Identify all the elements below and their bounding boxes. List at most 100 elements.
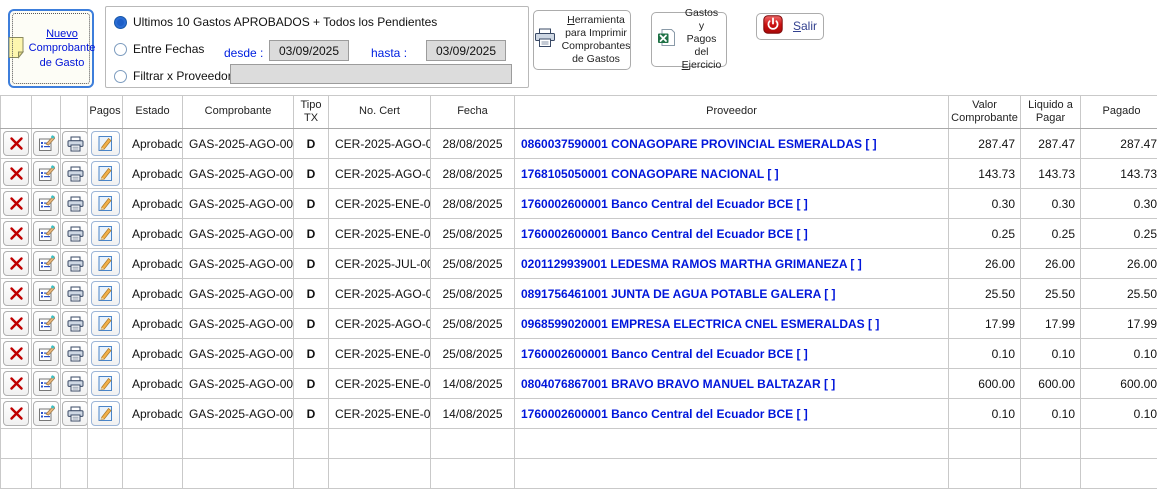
cell-fecha: 28/08/2025 (431, 189, 515, 219)
print-row-button[interactable] (62, 341, 88, 366)
cell-delete-row-button (1, 159, 32, 189)
delete-row-button[interactable] (3, 251, 29, 276)
delete-row-button[interactable] (3, 191, 29, 216)
radio-filter-proveedor[interactable]: Filtrar x Proveedor (114, 69, 232, 83)
pagos-edit-button[interactable] (91, 401, 120, 426)
empty-cell (431, 459, 515, 489)
row-properties-button[interactable] (33, 341, 59, 366)
print-row-button[interactable] (62, 221, 88, 246)
expenses-payments-report-button[interactable]: Gastos y Pagos del Ejercicio (651, 12, 727, 67)
delete-row-button[interactable] (3, 221, 29, 246)
col-print (61, 96, 88, 129)
new-expense-label: Nuevo Comprobante de Gasto (29, 27, 96, 70)
radio-last10[interactable]: Ultimos 10 Gastos APROBADOS + Todos los … (114, 15, 437, 29)
cell-tipo-tx: D (294, 279, 329, 309)
proveedor-filter-input[interactable] (230, 64, 512, 84)
print-row-button[interactable] (62, 161, 88, 186)
print-row-button[interactable] (62, 401, 88, 426)
desde-date-field[interactable]: 03/09/2025 (269, 40, 349, 61)
proveedor-link[interactable]: 1760002600001 Banco Central del Ecuador … (515, 219, 949, 249)
pagos-edit-button[interactable] (91, 221, 120, 246)
delete-icon (9, 346, 24, 361)
cell-print-row-button (61, 159, 88, 189)
radio-unselected-icon[interactable] (114, 70, 127, 83)
proveedor-link[interactable]: 0201129939001 LEDESMA RAMOS MARTHA GRIMA… (515, 249, 949, 279)
cell-valor: 287.47 (949, 129, 1021, 159)
row-properties-button[interactable] (33, 251, 59, 276)
print-row-button[interactable] (62, 131, 88, 156)
cell-fecha: 14/08/2025 (431, 369, 515, 399)
delete-row-button[interactable] (3, 311, 29, 336)
cell-no-cert: CER-2025-ENE-0004 (329, 369, 431, 399)
print-row-button[interactable] (62, 191, 88, 216)
new-expense-button[interactable]: Nuevo Comprobante de Gasto (8, 9, 94, 88)
radio-between-dates[interactable]: Entre Fechas (114, 42, 204, 56)
delete-row-button[interactable] (3, 341, 29, 366)
delete-icon (9, 166, 24, 181)
pagos-edit-button[interactable] (91, 251, 120, 276)
exit-button[interactable]: Salir (756, 13, 824, 40)
print-icon (67, 166, 84, 182)
row-properties-button[interactable] (33, 131, 59, 156)
cell-pagos-edit-button (88, 249, 123, 279)
print-row-button[interactable] (62, 281, 88, 306)
proveedor-link[interactable]: 0968599020001 EMPRESA ELECTRICA CNEL ESM… (515, 309, 949, 339)
delete-row-button[interactable] (3, 281, 29, 306)
pagos-edit-button[interactable] (91, 281, 120, 306)
cell-no-cert: CER-2025-ENE-0001 (329, 189, 431, 219)
row-properties-button[interactable] (33, 161, 59, 186)
pagos-edit-button[interactable] (91, 161, 120, 186)
empty-cell (949, 429, 1021, 459)
row-properties-button[interactable] (33, 371, 59, 396)
print-row-button[interactable] (62, 251, 88, 276)
proveedor-link[interactable]: 0860037590001 CONAGOPARE PROVINCIAL ESME… (515, 129, 949, 159)
delete-icon (9, 226, 24, 241)
filter-groupbox: Ultimos 10 Gastos APROBADOS + Todos los … (105, 6, 529, 88)
print-vouchers-tool-button[interactable]: Herramienta para Imprimir Comprobantes d… (533, 10, 631, 70)
col-proveedor: Proveedor (515, 96, 949, 129)
hasta-date-field[interactable]: 03/09/2025 (426, 40, 506, 61)
row-properties-button[interactable] (33, 191, 59, 216)
cell-no-cert: CER-2025-ENE-0001 (329, 339, 431, 369)
cell-pagos-edit-button (88, 159, 123, 189)
properties-icon (38, 405, 55, 422)
cell-pagos-edit-button (88, 399, 123, 429)
print-row-button[interactable] (62, 311, 88, 336)
proveedor-link[interactable]: 1760002600001 Banco Central del Ecuador … (515, 339, 949, 369)
delete-row-button[interactable] (3, 161, 29, 186)
row-properties-button[interactable] (33, 311, 59, 336)
print-tool-label: Herramienta para Imprimir Comprobantes d… (562, 14, 631, 67)
cell-delete-row-button (1, 279, 32, 309)
pagos-edit-button[interactable] (91, 371, 120, 396)
delete-row-button[interactable] (3, 401, 29, 426)
cell-row-properties-button (32, 309, 61, 339)
table-row: AprobadoGAS-2025-AGO-00005DCER-2025-ENE-… (1, 399, 1157, 429)
proveedor-link[interactable]: 1768105050001 CONAGOPARE NACIONAL [ ] (515, 159, 949, 189)
print-icon (67, 136, 84, 152)
row-properties-button[interactable] (33, 221, 59, 246)
pagos-edit-button[interactable] (91, 311, 120, 336)
proveedor-link[interactable]: 1760002600001 Banco Central del Ecuador … (515, 399, 949, 429)
cell-print-row-button (61, 249, 88, 279)
proveedor-link[interactable]: 0891756461001 JUNTA DE AGUA POTABLE GALE… (515, 279, 949, 309)
print-row-button[interactable] (62, 371, 88, 396)
pagos-edit-button[interactable] (91, 191, 120, 216)
radio-selected-icon[interactable] (114, 16, 127, 29)
delete-row-button[interactable] (3, 131, 29, 156)
radio-unselected-icon[interactable] (114, 43, 127, 56)
proveedor-link[interactable]: 0804076867001 BRAVO BRAVO MANUEL BALTAZA… (515, 369, 949, 399)
delete-row-button[interactable] (3, 371, 29, 396)
proveedor-link[interactable]: 1760002600001 Banco Central del Ecuador … (515, 189, 949, 219)
empty-cell (329, 429, 431, 459)
cell-no-cert: CER-2025-JUL-0003 (329, 249, 431, 279)
pagos-edit-button[interactable] (91, 341, 120, 366)
empty-cell (123, 459, 183, 489)
cell-estado: Aprobado (123, 279, 183, 309)
properties-icon (38, 195, 55, 212)
empty-cell (32, 429, 61, 459)
cell-estado: Aprobado (123, 249, 183, 279)
row-properties-button[interactable] (33, 401, 59, 426)
pagos-edit-button[interactable] (91, 131, 120, 156)
row-properties-button[interactable] (33, 281, 59, 306)
empty-cell (1021, 429, 1081, 459)
